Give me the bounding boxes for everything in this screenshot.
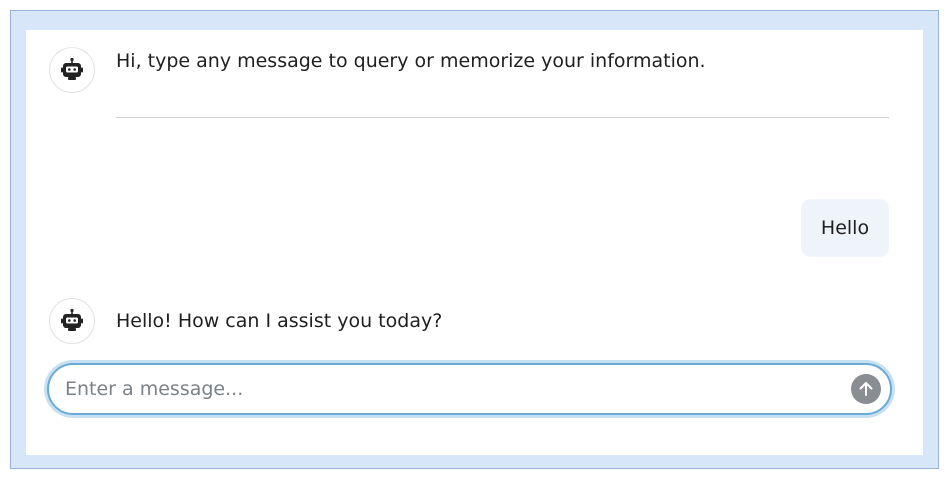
bot-avatar bbox=[49, 298, 95, 344]
bot-avatar bbox=[49, 47, 95, 93]
bot-message-text: Hello! How can I assist you today? bbox=[116, 310, 443, 332]
send-button[interactable] bbox=[851, 374, 881, 404]
robot-icon bbox=[61, 308, 83, 331]
robot-icon bbox=[61, 57, 83, 80]
user-message-text: Hello bbox=[820, 217, 870, 239]
bot-message-text: Hi, type any message to query or memoriz… bbox=[116, 50, 706, 72]
message-composer bbox=[47, 363, 892, 415]
message-input[interactable] bbox=[65, 365, 825, 413]
message-divider bbox=[116, 117, 889, 118]
chat-panel: Hi, type any message to query or memoriz… bbox=[26, 30, 923, 455]
arrow-up-icon bbox=[859, 382, 873, 396]
user-message-bubble: Hello bbox=[801, 199, 889, 257]
chat-frame: Hi, type any message to query or memoriz… bbox=[10, 10, 939, 469]
